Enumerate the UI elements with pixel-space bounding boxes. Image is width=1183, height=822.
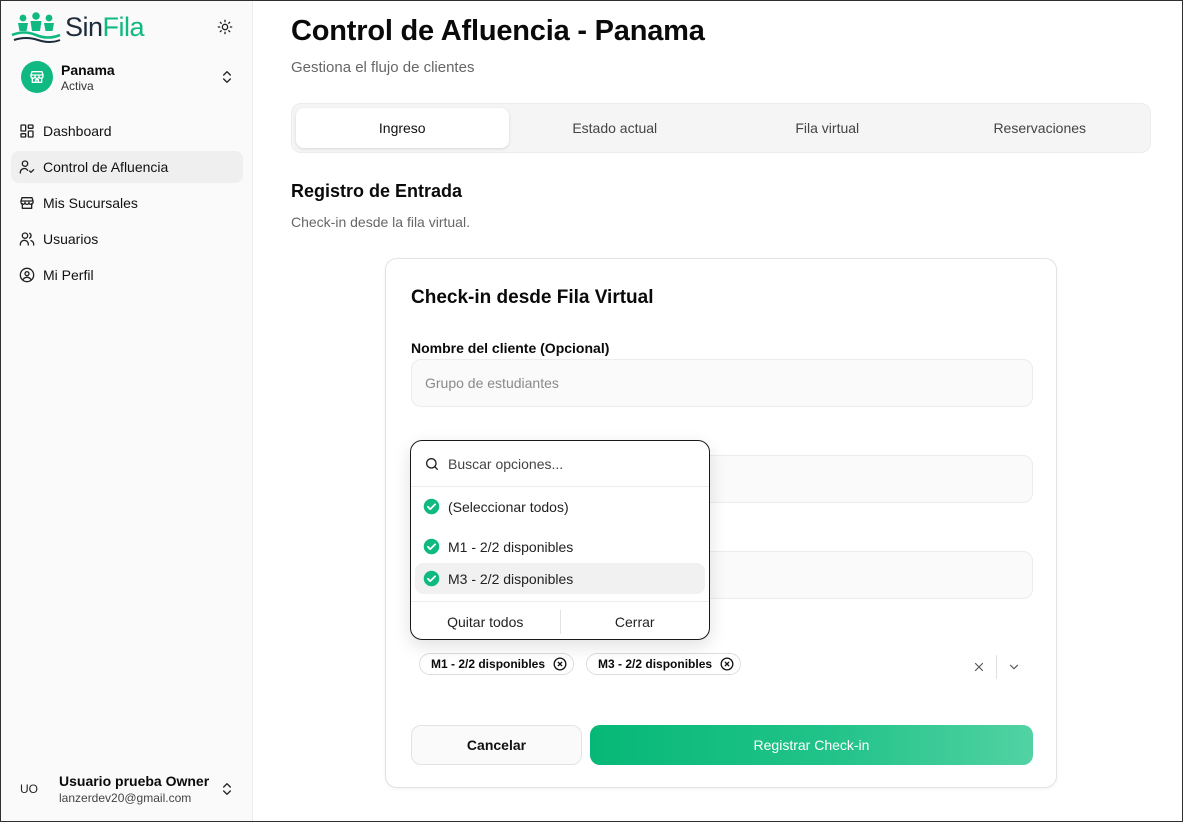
circle-x-icon <box>720 657 734 671</box>
sidebar-item-mis-sucursales[interactable]: Mis Sucursales <box>11 187 243 219</box>
name-input[interactable] <box>411 359 1033 407</box>
chip-label: M1 - 2/2 disponibles <box>431 657 546 671</box>
branch-avatar <box>21 61 53 93</box>
user-menu[interactable]: UO Usuario prueba Owner lanzerdev20@gmai… <box>13 769 241 809</box>
search-icon <box>426 457 438 470</box>
section-subtitle: Check-in desde la fila virtual. <box>291 214 470 230</box>
circle-x-icon <box>553 657 567 671</box>
dashboard-icon <box>20 124 34 138</box>
sidebar: SinFila Panama Activa Dashboard Control … <box>1 1 253 821</box>
brand-name: SinFila <box>65 11 145 42</box>
option-label: M3 - 2/2 disponibles <box>448 570 574 587</box>
tab-reservaciones[interactable]: Reservaciones <box>934 108 1147 148</box>
clear-all-button[interactable]: Quitar todos <box>411 602 560 640</box>
tab-estado-actual[interactable]: Estado actual <box>509 108 722 148</box>
remove-chip-button[interactable] <box>720 657 734 671</box>
avatar: UO <box>20 782 38 796</box>
dropdown-search-input[interactable] <box>448 455 688 472</box>
cancel-button[interactable]: Cancelar <box>411 725 582 765</box>
user-circle-icon <box>19 267 35 283</box>
branch-selector[interactable]: Panama Activa <box>13 57 241 97</box>
option-label: (Seleccionar todos) <box>448 498 569 515</box>
name-label: Nombre del cliente (Opcional) <box>411 340 610 356</box>
tab-ingreso[interactable]: Ingreso <box>296 108 509 148</box>
check-circle-icon <box>423 538 440 555</box>
selected-chip: M1 - 2/2 disponibles <box>419 653 575 675</box>
divider <box>996 655 997 679</box>
sidebar-item-usuarios[interactable]: Usuarios <box>11 223 243 255</box>
tab-fila-virtual[interactable]: Fila virtual <box>721 108 934 148</box>
store-icon <box>20 197 34 209</box>
option-label: M1 - 2/2 disponibles <box>448 538 574 555</box>
dropdown-footer: Quitar todos Cerrar <box>411 601 710 640</box>
dropdown-search <box>411 441 709 487</box>
sidebar-item-label: Mis Sucursales <box>43 195 138 211</box>
branch-name: Panama <box>61 61 115 78</box>
card-title: Check-in desde Fila Virtual <box>411 287 654 308</box>
remove-chip-button[interactable] <box>553 657 567 671</box>
chip-label: M3 - 2/2 disponibles <box>598 657 713 671</box>
sidebar-item-label: Usuarios <box>43 231 99 247</box>
theme-toggle-button[interactable] <box>213 15 237 39</box>
user-name: Usuario prueba Owner <box>59 773 210 789</box>
chevrons-up-down-icon <box>223 783 231 795</box>
sidebar-item-label: Control de Afluencia <box>43 159 169 175</box>
options-dropdown: (Seleccionar todos) M1 - 2/2 disponibles… <box>410 440 710 640</box>
tab-list: Ingreso Estado actual Fila virtual Reser… <box>291 103 1151 153</box>
close-dropdown-button[interactable]: Cerrar <box>561 602 710 640</box>
sidebar-item-mi-perfil[interactable]: Mi Perfil <box>11 259 243 291</box>
page-subtitle: Gestiona el flujo de clientes <box>291 59 475 76</box>
sidebar-nav: Dashboard Control de Afluencia Mis Sucur… <box>11 115 243 295</box>
selected-chip: M3 - 2/2 disponibles <box>586 653 742 675</box>
option-item[interactable]: M1 - 2/2 disponibles <box>415 531 705 562</box>
users-icon <box>19 232 35 246</box>
sidebar-item-dashboard[interactable]: Dashboard <box>11 115 243 147</box>
clear-selection-button[interactable] <box>970 658 988 676</box>
sidebar-item-label: Mi Perfil <box>43 267 94 283</box>
branch-status: Activa <box>61 78 94 93</box>
section-title: Registro de Entrada <box>291 181 463 201</box>
user-check-icon <box>19 160 35 174</box>
multiselect-controls <box>970 655 1023 679</box>
people-wave-logo-icon <box>11 12 61 43</box>
register-checkin-button[interactable]: Registrar Check-in <box>590 725 1033 765</box>
option-select-all[interactable]: (Seleccionar todos) <box>415 491 705 522</box>
chevrons-up-down-icon <box>223 71 231 83</box>
sidebar-item-control-afluencia[interactable]: Control de Afluencia <box>11 151 243 183</box>
check-circle-icon <box>423 498 440 515</box>
chevron-down-icon <box>1009 664 1019 670</box>
page-title: Control de Afluencia - Panama <box>291 15 705 47</box>
app-window: SinFila Panama Activa Dashboard Control … <box>0 0 1183 822</box>
check-circle-icon <box>423 570 440 587</box>
main-content: Control de Afluencia - Panama Gestiona e… <box>254 1 1182 821</box>
option-item[interactable]: M3 - 2/2 disponibles <box>415 563 705 594</box>
store-icon <box>30 71 44 83</box>
selected-chips: M1 - 2/2 disponibles M3 - 2/2 disponible… <box>419 653 742 675</box>
sidebar-item-label: Dashboard <box>43 123 112 139</box>
brand-logo[interactable]: SinFila <box>11 9 145 45</box>
user-email: lanzerdev20@gmail.com <box>59 791 192 805</box>
close-icon <box>974 662 984 672</box>
sun-icon <box>217 19 233 35</box>
toggle-dropdown-button[interactable] <box>1005 658 1023 676</box>
